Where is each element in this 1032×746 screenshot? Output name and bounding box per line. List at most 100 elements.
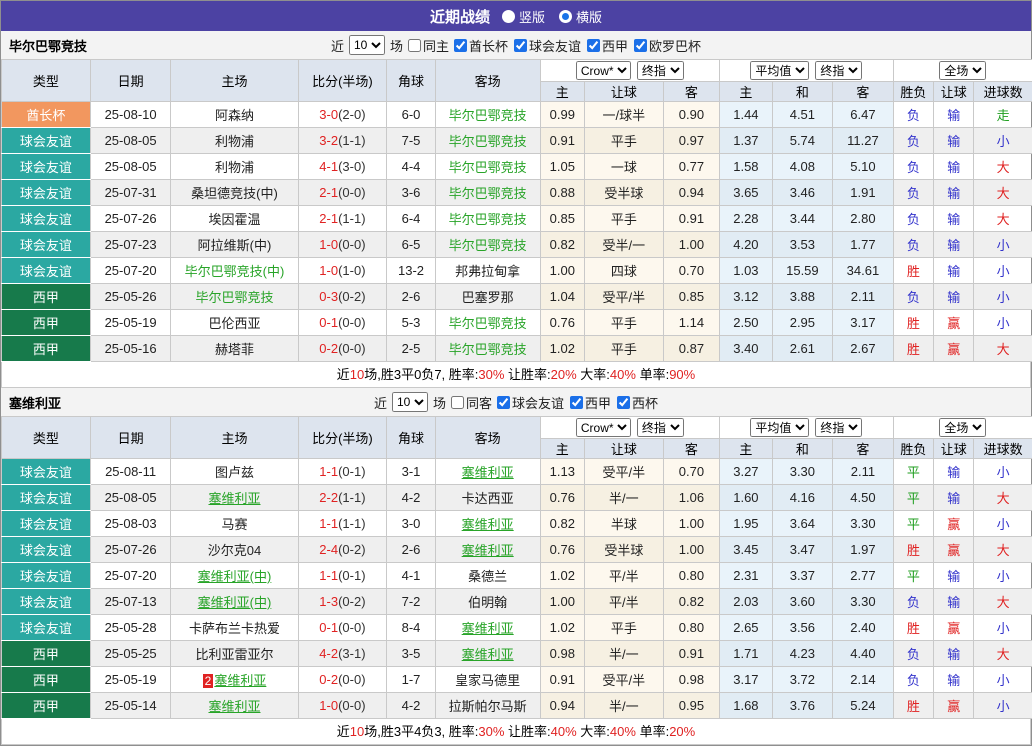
avg-stage-select[interactable]: 终指 xyxy=(815,418,862,437)
result-outcome: 胜 xyxy=(907,342,920,357)
league-checkbox[interactable] xyxy=(570,396,583,409)
page: 近期战绩 竖版横版 毕尔巴鄂竞技 近 10 场 同主 酋长杯球会友谊西甲欧罗巴杯 xyxy=(0,0,1032,746)
layout-radio-vertical[interactable]: 竖版 xyxy=(502,7,545,26)
focus-team-link[interactable]: 毕尔巴鄂竞技 xyxy=(195,290,273,305)
team-name: 沙尔克04 xyxy=(208,543,261,558)
summary-part: 40% xyxy=(551,724,577,739)
league-checkbox[interactable] xyxy=(587,39,600,52)
col-avg-home: 主 xyxy=(720,439,772,459)
avg-away-odds-cell: 1.77 xyxy=(833,232,894,258)
league-badge-cell: 西甲 xyxy=(2,310,91,336)
team-name: 卡达西亚 xyxy=(462,491,514,506)
result-outcome: 负 xyxy=(907,134,920,149)
odds-home-cell: 1.02 xyxy=(540,563,584,589)
handicap-line-cell: 受半球 xyxy=(585,537,664,563)
odds-provider-select[interactable]: Crow* xyxy=(576,61,631,80)
focus-team-link[interactable]: 毕尔巴鄂竞技 xyxy=(449,108,527,123)
focus-team-link[interactable]: 毕尔巴鄂竞技(中) xyxy=(185,264,285,279)
odds-away-cell: 0.82 xyxy=(663,589,720,615)
league-checkbox[interactable] xyxy=(514,39,527,52)
league-filter[interactable]: 西甲 xyxy=(570,393,611,412)
focus-team-link[interactable]: 毕尔巴鄂竞技 xyxy=(449,134,527,149)
summary-part: 20% xyxy=(669,724,695,739)
team-name: 邦弗拉甸拿 xyxy=(455,264,520,279)
fulltime-select[interactable]: 全场 xyxy=(939,61,986,80)
focus-team-link[interactable]: 塞维利亚 xyxy=(462,517,514,532)
league-checkbox[interactable] xyxy=(454,39,467,52)
league-label: 西杯 xyxy=(632,393,658,412)
summary-part: 场,胜3平4负3, 胜率: xyxy=(364,724,478,739)
recent-count-select[interactable]: 10 xyxy=(392,392,428,412)
avg-select[interactable]: 平均值 xyxy=(750,418,809,437)
league-filter[interactable]: 欧罗巴杯 xyxy=(634,36,701,55)
goals-outcome-cell: 大 xyxy=(974,641,1032,667)
odds-stage-select[interactable]: 终指 xyxy=(637,61,684,80)
handicap-line-cell: 平手 xyxy=(585,206,664,232)
same-venue-checkbox[interactable] xyxy=(451,396,464,409)
matches-body: 球会友谊25-08-11图卢兹1-1(0-1)3-1塞维利亚1.13受平/半0.… xyxy=(2,459,1032,719)
handicap-outcome-cell: 输 xyxy=(934,667,974,693)
match-row: 西甲25-05-26毕尔巴鄂竞技0-3(0-2)2-6巴塞罗那1.04受平/半0… xyxy=(2,284,1032,310)
league-filter[interactable]: 酋长杯 xyxy=(454,36,508,55)
same-venue-checkbox[interactable] xyxy=(408,39,421,52)
away-team-cell-cell: 桑德兰 xyxy=(435,563,540,589)
league-checkbox[interactable] xyxy=(634,39,647,52)
league-checkbox[interactable] xyxy=(617,396,630,409)
avg-stage-select[interactable]: 终指 xyxy=(815,61,862,80)
focus-team-link[interactable]: 塞维利亚 xyxy=(214,673,266,688)
odds-away-cell: 0.77 xyxy=(663,154,720,180)
summary-part: 单率: xyxy=(636,367,669,382)
odds-away-cell: 0.70 xyxy=(663,258,720,284)
fulltime-score: 0-3 xyxy=(319,289,338,304)
odds-home-cell: 1.02 xyxy=(540,336,584,362)
handicap-line-cell: 受半球 xyxy=(585,180,664,206)
result-outcome: 平 xyxy=(907,569,920,584)
summary-part: 近 xyxy=(337,367,350,382)
corner-score-cell: 5-3 xyxy=(387,310,435,336)
focus-team-link[interactable]: 塞维利亚 xyxy=(462,621,514,636)
focus-team-link[interactable]: 毕尔巴鄂竞技 xyxy=(449,316,527,331)
same-venue-filter[interactable]: 同主 xyxy=(408,36,449,55)
league-filter[interactable]: 西杯 xyxy=(617,393,658,412)
focus-team-link[interactable]: 塞维利亚 xyxy=(462,647,514,662)
avg-draw-odds-cell: 4.08 xyxy=(772,154,833,180)
focus-team-link[interactable]: 毕尔巴鄂竞技 xyxy=(449,186,527,201)
focus-team-link[interactable]: 毕尔巴鄂竞技 xyxy=(449,160,527,175)
focus-team-link[interactable]: 毕尔巴鄂竞技 xyxy=(449,342,527,357)
handicap-outcome: 输 xyxy=(947,108,960,123)
result-outcome: 胜 xyxy=(907,316,920,331)
odds-away-cell: 0.80 xyxy=(663,615,720,641)
league-checkbox[interactable] xyxy=(497,396,510,409)
matches-table: 类型 日期 主场 比分(半场) 角球 客场 Crow*终指 平均值终指 全场 xyxy=(1,59,1032,362)
halftime-score: (3-0) xyxy=(338,159,365,174)
focus-team-link[interactable]: 塞维利亚 xyxy=(462,465,514,480)
layout-radio-horizontal[interactable]: 横版 xyxy=(559,7,602,26)
focus-team-link[interactable]: 塞维利亚 xyxy=(208,699,260,714)
avg-draw-odds-cell: 3.30 xyxy=(772,459,833,485)
fulltime-select[interactable]: 全场 xyxy=(939,418,986,437)
home-team-cell-cell: 阿森纳 xyxy=(171,102,298,128)
focus-team-link[interactable]: 塞维利亚(中) xyxy=(198,569,272,584)
odds-away-cell: 0.91 xyxy=(663,206,720,232)
recent-count-select[interactable]: 10 xyxy=(349,35,385,55)
focus-team-link[interactable]: 毕尔巴鄂竞技 xyxy=(449,238,527,253)
odds-provider-select[interactable]: Crow* xyxy=(576,418,631,437)
focus-team-link[interactable]: 毕尔巴鄂竞技 xyxy=(449,212,527,227)
odds-home-cell: 0.76 xyxy=(540,485,584,511)
handicap-line-cell: 一/球半 xyxy=(585,102,664,128)
focus-team-link[interactable]: 塞维利亚 xyxy=(208,491,260,506)
avg-select[interactable]: 平均值 xyxy=(750,61,809,80)
focus-team-link[interactable]: 塞维利亚 xyxy=(462,543,514,558)
score-cell-cell: 2-1(0-0) xyxy=(298,180,387,206)
focus-team-link[interactable]: 塞维利亚(中) xyxy=(198,595,272,610)
league-filter[interactable]: 球会友谊 xyxy=(497,393,564,412)
league-filter[interactable]: 西甲 xyxy=(587,36,628,55)
result-outcome-cell: 胜 xyxy=(893,258,933,284)
same-venue-filter[interactable]: 同客 xyxy=(451,393,492,412)
away-team-cell-cell: 毕尔巴鄂竞技 xyxy=(435,232,540,258)
league-filters: 球会友谊西甲 西杯 xyxy=(497,393,658,412)
odds-stage-select[interactable]: 终指 xyxy=(637,418,684,437)
league-filter[interactable]: 球会友谊 xyxy=(514,36,581,55)
avg-away-odds-cell: 5.10 xyxy=(833,154,894,180)
league-badge-cell: 球会友谊 xyxy=(2,180,91,206)
